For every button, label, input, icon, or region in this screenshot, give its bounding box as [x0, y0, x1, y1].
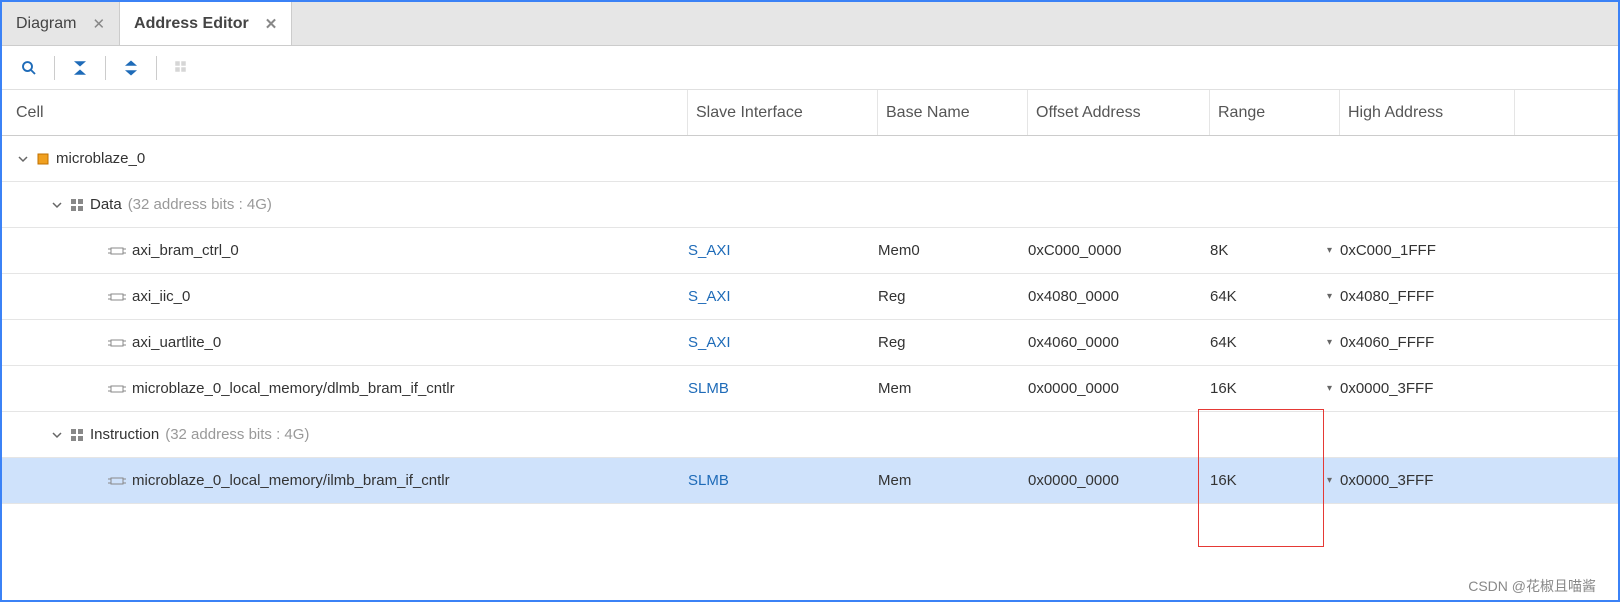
chevron-down-icon[interactable] [50, 198, 64, 212]
search-button[interactable] [12, 51, 46, 85]
chevron-down-icon[interactable] [16, 152, 30, 166]
col-slave-interface[interactable]: Slave Interface [688, 90, 878, 135]
base-name: Mem0 [878, 242, 1028, 259]
tree-root-row[interactable]: microblaze_0 [2, 136, 1618, 182]
range-dropdown[interactable]: 8K▾ [1210, 242, 1340, 259]
table-row[interactable]: microblaze_0_local_memory/ilmb_bram_if_c… [2, 458, 1618, 504]
range-dropdown[interactable]: 16K▾ [1210, 380, 1340, 397]
table-header: Cell Slave Interface Base Name Offset Ad… [2, 90, 1618, 136]
range-dropdown[interactable]: 64K▾ [1210, 334, 1340, 351]
chevron-down-icon[interactable] [50, 428, 64, 442]
slave-interface-link[interactable]: S_AXI [688, 288, 878, 305]
tab-label: Address Editor [134, 15, 249, 33]
search-icon [20, 59, 38, 77]
watermark: CSDN @花椒且喵酱 [1468, 576, 1596, 596]
col-spacer [1515, 90, 1618, 135]
high-address: 0xC000_1FFF [1340, 242, 1515, 259]
ip-block-icon [108, 336, 126, 350]
auto-assign-button [165, 51, 199, 85]
ip-block-icon [108, 290, 126, 304]
range-dropdown[interactable]: 16K▾ [1210, 472, 1340, 489]
cell-label: axi_uartlite_0 [132, 334, 221, 351]
offset-address[interactable]: 0x4060_0000 [1028, 334, 1210, 351]
separator [156, 56, 157, 80]
collapse-all-button[interactable] [63, 51, 97, 85]
col-base-name[interactable]: Base Name [878, 90, 1028, 135]
collapse-icon [71, 59, 89, 77]
address-editor-window: Diagram ✕ Address Editor ✕ Cell Slave In… [0, 0, 1620, 602]
expand-icon [122, 59, 140, 77]
caret-down-icon: ▾ [1327, 383, 1332, 394]
tab-diagram[interactable]: Diagram ✕ [2, 2, 120, 45]
close-icon[interactable]: ✕ [265, 15, 278, 33]
ip-block-icon [108, 474, 126, 488]
tab-label: Diagram [16, 15, 76, 33]
high-address: 0x0000_3FFF [1340, 472, 1515, 489]
close-icon[interactable]: ✕ [92, 15, 105, 33]
base-name: Reg [878, 288, 1028, 305]
offset-address[interactable]: 0x0000_0000 [1028, 472, 1210, 489]
base-name: Mem [878, 380, 1028, 397]
caret-down-icon: ▾ [1327, 245, 1332, 256]
address-table: Cell Slave Interface Base Name Offset Ad… [2, 90, 1618, 600]
offset-address[interactable]: 0x0000_0000 [1028, 380, 1210, 397]
high-address: 0x4080_FFFF [1340, 288, 1515, 305]
table-row[interactable]: axi_bram_ctrl_0 S_AXI Mem0 0xC000_0000 8… [2, 228, 1618, 274]
table-row[interactable]: axi_uartlite_0 S_AXI Reg 0x4060_0000 64K… [2, 320, 1618, 366]
group-instruction-row[interactable]: Instruction (32 address bits : 4G) [2, 412, 1618, 458]
cell-label: axi_iic_0 [132, 288, 190, 305]
tabs-bar: Diagram ✕ Address Editor ✕ [2, 2, 1618, 46]
group-label: Instruction [90, 426, 159, 443]
range-dropdown[interactable]: 64K▾ [1210, 288, 1340, 305]
caret-down-icon: ▾ [1327, 291, 1332, 302]
table-row[interactable]: microblaze_0_local_memory/dlmb_bram_if_c… [2, 366, 1618, 412]
base-name: Mem [878, 472, 1028, 489]
slave-interface-link[interactable]: S_AXI [688, 334, 878, 351]
slave-interface-link[interactable]: S_AXI [688, 242, 878, 259]
table-row[interactable]: axi_iic_0 S_AXI Reg 0x4080_0000 64K▾ 0x4… [2, 274, 1618, 320]
caret-down-icon: ▾ [1327, 475, 1332, 486]
slave-interface-link[interactable]: SLMB [688, 472, 878, 489]
segment-icon [70, 428, 84, 442]
separator [105, 56, 106, 80]
slave-interface-link[interactable]: SLMB [688, 380, 878, 397]
group-label: Data [90, 196, 122, 213]
group-suffix: (32 address bits : 4G) [128, 196, 272, 213]
col-offset-address[interactable]: Offset Address [1028, 90, 1210, 135]
base-name: Reg [878, 334, 1028, 351]
grid-icon [173, 59, 191, 77]
ip-block-icon [108, 244, 126, 258]
offset-address[interactable]: 0x4080_0000 [1028, 288, 1210, 305]
ip-block-icon [108, 382, 126, 396]
group-data-row[interactable]: Data (32 address bits : 4G) [2, 182, 1618, 228]
expand-all-button[interactable] [114, 51, 148, 85]
high-address: 0x4060_FFFF [1340, 334, 1515, 351]
col-range[interactable]: Range [1210, 90, 1340, 135]
separator [54, 56, 55, 80]
cell-label: microblaze_0_local_memory/ilmb_bram_if_c… [132, 472, 450, 489]
col-high-address[interactable]: High Address [1340, 90, 1515, 135]
tab-address-editor[interactable]: Address Editor ✕ [120, 2, 292, 45]
segment-icon [70, 198, 84, 212]
cell-label: microblaze_0_local_memory/dlmb_bram_if_c… [132, 380, 455, 397]
caret-down-icon: ▾ [1327, 337, 1332, 348]
cpu-icon [36, 152, 50, 166]
cell-label: axi_bram_ctrl_0 [132, 242, 239, 259]
toolbar [2, 46, 1618, 90]
offset-address[interactable]: 0xC000_0000 [1028, 242, 1210, 259]
cell-label: microblaze_0 [56, 150, 145, 167]
col-cell[interactable]: Cell [16, 90, 688, 135]
high-address: 0x0000_3FFF [1340, 380, 1515, 397]
group-suffix: (32 address bits : 4G) [165, 426, 309, 443]
